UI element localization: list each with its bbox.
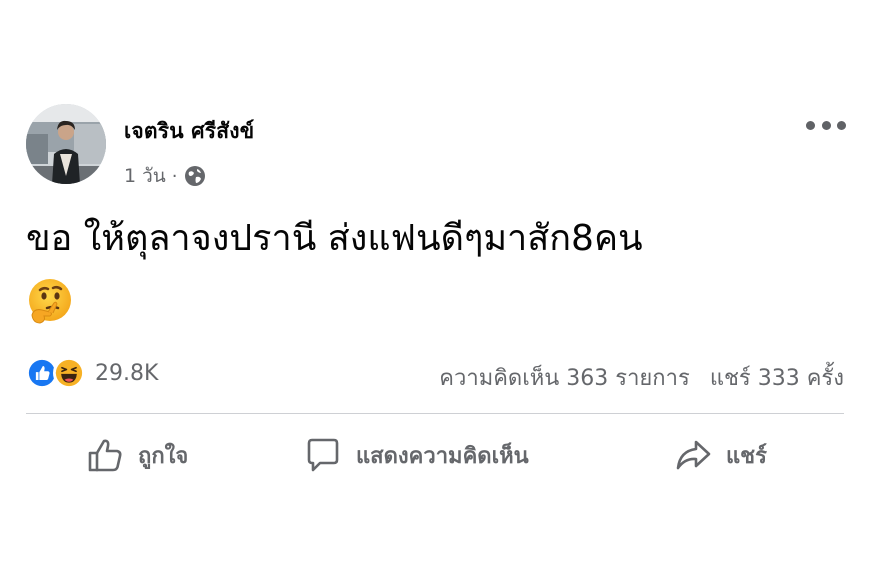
haha-reaction-icon	[53, 357, 85, 389]
meta-separator: ·	[171, 165, 178, 187]
more-dot-icon	[837, 120, 846, 130]
share-arrow-icon	[676, 440, 711, 470]
post-time[interactable]: 1 วัน	[124, 161, 166, 191]
comment-count[interactable]: ความคิดเห็น 363 รายการ	[439, 360, 690, 395]
thinking-face-emoji	[29, 279, 71, 324]
share-count[interactable]: แชร์ 333 ครั้ง	[710, 360, 844, 395]
post-text: ขอ ให้ตุลาจงปรานี ส่งแฟนดีๆมาสัก8คน	[26, 218, 643, 259]
comment-button[interactable]: แสดงความคิดเห็น	[304, 436, 529, 474]
post-meta: 1 วัน ·	[124, 161, 206, 191]
share-button[interactable]: แชร์	[674, 436, 767, 474]
reaction-count: 29.8K	[95, 360, 159, 386]
facebook-post: เจตริน ศรีสังข์ 1 วัน · ขอ ให้ตุลาจงปราน…	[0, 0, 870, 570]
actions-divider	[26, 413, 844, 414]
comment-bubble-icon	[307, 438, 339, 472]
comment-label: แสดงความคิดเห็น	[356, 443, 529, 469]
author-avatar[interactable]	[26, 104, 106, 184]
more-dot-icon	[821, 120, 831, 130]
engagement-counts: ความคิดเห็น 363 รายการ แชร์ 333 ครั้ง	[439, 360, 844, 395]
more-options-button[interactable]	[806, 114, 846, 136]
profile-photo	[26, 104, 106, 184]
like-label: ถูกใจ	[138, 443, 189, 469]
like-button[interactable]: ถูกใจ	[86, 436, 188, 474]
globe-icon[interactable]	[184, 165, 206, 187]
author-name[interactable]: เจตริน ศรีสังข์	[124, 115, 254, 148]
thumbs-up-icon	[88, 439, 122, 472]
reactions-summary[interactable]: 29.8K	[26, 357, 158, 389]
share-label: แชร์	[726, 443, 767, 469]
more-dot-icon	[806, 120, 815, 130]
